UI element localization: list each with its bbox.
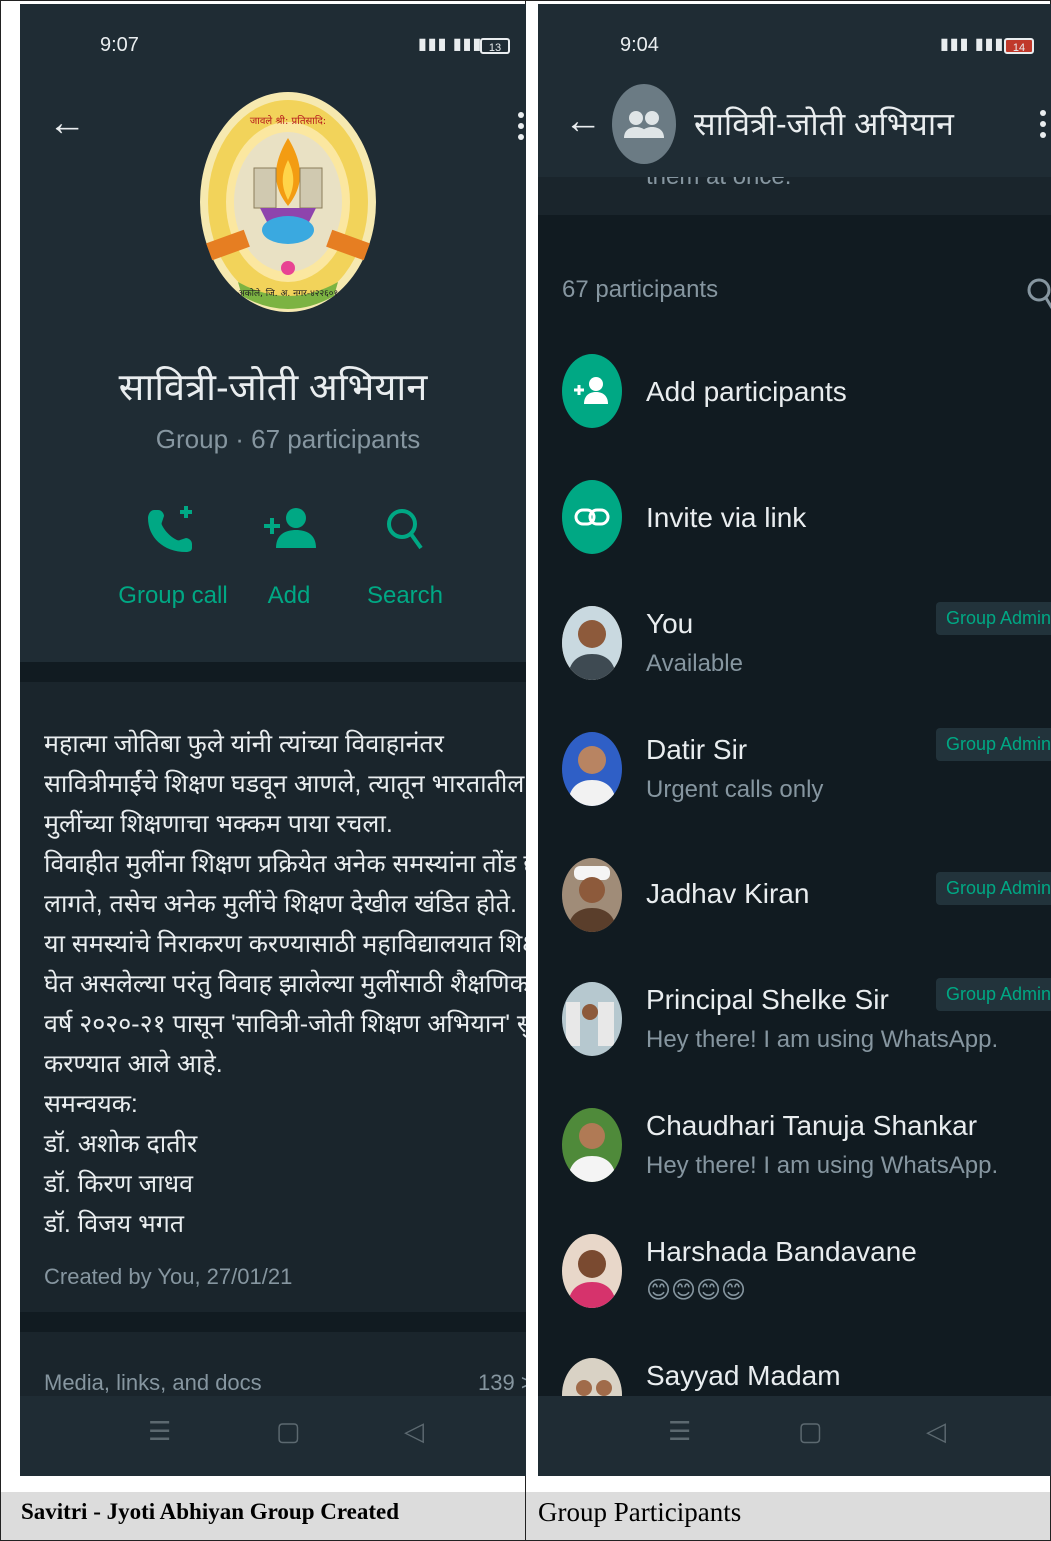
participant-name: Chaudhari Tanuja Shankar — [646, 1110, 978, 1141]
participant-row[interactable]: Datir Sir Urgent calls only Group Admin — [538, 722, 1051, 842]
group-avatar[interactable] — [612, 84, 676, 164]
search-icon[interactable] — [1026, 276, 1051, 310]
add-participants-icon — [562, 354, 622, 428]
description-line: विवाहीत मुलींना शिक्षण प्रक्रियेत अनेक स… — [44, 850, 526, 878]
menu-nav-icon[interactable]: ☰ — [668, 1416, 691, 1447]
app-bar: ← सावित्री-जोती अभियान — [538, 72, 1051, 177]
group-people-icon — [624, 111, 664, 138]
group-logo-image[interactable]: अकोले, जि. अ. नगर-४२२६०१ जावले श्री: प्र… — [198, 90, 378, 314]
avatar — [562, 732, 622, 806]
group-participants-screen: 9:04 ▮▮▮ ▮▮▮ 14 ← सावित्री-जोती अभियान t… — [538, 4, 1051, 1476]
group-admin-badge: Group Admin — [936, 602, 1051, 635]
description-line: घेत असलेल्या परंतु विवाह झालेल्या मुलींस… — [44, 970, 526, 998]
description-line: लागते, तसेच अनेक मुलींचे शिक्षण देखील खं… — [44, 890, 517, 918]
logo-text-top: जावले श्री: प्रतिसादि: — [250, 115, 326, 127]
participant-name: Sayyad Madam — [646, 1360, 841, 1391]
more-options-icon[interactable] — [1040, 110, 1046, 143]
right-caption: Group Participants — [526, 1492, 1050, 1540]
more-options-icon[interactable] — [518, 112, 524, 145]
group-description[interactable]: महात्मा जोतिबा फुले यांनी त्यांच्या विवा… — [20, 682, 526, 1312]
participant-row[interactable]: Chaudhari Tanuja Shankar Hey there! I am… — [538, 1098, 1051, 1218]
description-line: मुलींच्या शिक्षणाचा भक्कम पाया रचला. — [44, 810, 393, 838]
add-participants-label: Add participants — [646, 376, 847, 407]
menu-nav-icon[interactable]: ☰ — [148, 1416, 171, 1447]
participant-name: Harshada Bandavane — [646, 1236, 917, 1267]
avatar — [562, 982, 622, 1056]
participant-name: Principal Shelke Sir — [646, 984, 889, 1015]
avatar — [562, 1234, 622, 1308]
home-nav-icon[interactable]: ▢ — [798, 1416, 823, 1447]
group-admin-badge: Group Admin — [936, 728, 1051, 761]
participant-status: Hey there! I am using WhatsApp. — [646, 1152, 999, 1179]
status-bar: 9:07 ▮▮▮ ▮▮▮ 13 — [20, 4, 526, 72]
media-label: Media, links, and docs — [44, 1370, 262, 1395]
search-label: Search — [366, 582, 444, 609]
signal-icon: ▮▮▮ ▮▮▮ — [418, 36, 483, 53]
participant-status: Urgent calls only — [646, 776, 824, 803]
system-nav-bar: ☰ ▢ ◁ — [20, 1396, 526, 1476]
avatar — [562, 858, 622, 932]
description-line: डॉ. किरण जाधव — [44, 1170, 193, 1198]
description-line: करण्यात आले आहे. — [44, 1050, 223, 1078]
group-meta: Group · 67 participants — [155, 424, 421, 454]
participant-row[interactable]: Jadhav Kiran Group Admin — [538, 848, 1051, 968]
left-caption: Savitri - Jyoti Abhiyan Group Created — [1, 1492, 525, 1540]
add-label: Add — [267, 582, 311, 609]
participant-row[interactable]: Principal Shelke Sir Hey there! I am usi… — [538, 972, 1051, 1092]
created-by-text: Created by You, 27/01/21 — [44, 1264, 293, 1289]
search-icon — [387, 509, 423, 550]
participant-name: Jadhav Kiran — [646, 878, 810, 909]
group-call-icon — [148, 506, 192, 552]
group-admin-badge: Group Admin — [936, 872, 1051, 905]
add-button[interactable]: Add — [234, 502, 344, 622]
participants-count: 67 participants — [562, 276, 719, 303]
participant-name: Datir Sir — [646, 734, 748, 765]
logo-text-bottom: अकोले, जि. अ. नगर-४२२६०१ — [238, 287, 338, 299]
description-line: महात्मा जोतिबा फुले यांनी त्यांच्या विवा… — [44, 730, 444, 758]
back-arrow-icon[interactable]: ← — [48, 104, 86, 142]
back-nav-icon[interactable]: ◁ — [404, 1416, 424, 1447]
back-nav-icon[interactable]: ◁ — [926, 1416, 946, 1447]
scrolled-section: them at once. — [538, 177, 1051, 215]
group-call-label: Group call — [118, 582, 228, 609]
participant-status-emoji: 😊😊😊😊 — [646, 1276, 747, 1304]
battery-icon: 14 — [1004, 38, 1034, 54]
participant-status: Available — [646, 650, 743, 677]
media-count: 139 > — [478, 1370, 526, 1395]
status-bar: 9:04 ▮▮▮ ▮▮▮ 14 — [538, 4, 1051, 72]
group-info-screen: 9:07 ▮▮▮ ▮▮▮ 13 ← अकोले, जि. अ. नगर-४२२६… — [20, 4, 526, 1476]
cut-off-text: them at once. — [646, 177, 791, 191]
battery-icon: 13 — [480, 38, 510, 54]
link-icon — [562, 480, 622, 554]
group-admin-badge: Group Admin — [936, 978, 1051, 1011]
invite-link-row[interactable]: Invite via link — [538, 470, 1051, 590]
description-line: डॉ. अशोक दातीर — [44, 1130, 198, 1158]
description-line: सावित्रीमाईंचे शिक्षण घडवून आणले, त्यातू… — [44, 770, 525, 798]
back-arrow-icon[interactable]: ← — [564, 102, 602, 140]
invite-link-label: Invite via link — [646, 502, 807, 533]
avatar — [562, 1108, 622, 1182]
participant-row[interactable]: You Available Group Admin — [538, 596, 1051, 716]
avatar — [562, 606, 622, 680]
media-links-docs-row[interactable]: Media, links, and docs 139 > — [20, 1332, 526, 1402]
add-participants-row[interactable]: Add participants — [538, 344, 1051, 464]
group-name: सावित्री-जोती अभियान — [118, 367, 428, 409]
description-line: वर्ष २०२०-२१ पासून 'सावित्री-जोती शिक्षण… — [44, 1010, 526, 1038]
participant-row[interactable]: Harshada Bandavane 😊😊😊😊 — [538, 1224, 1051, 1344]
status-time: 9:04 — [620, 34, 659, 56]
participant-status: Hey there! I am using WhatsApp. — [646, 1026, 999, 1053]
description-line: समन्वयक: — [44, 1090, 138, 1118]
group-name[interactable]: सावित्री-जोती अभियान — [694, 102, 954, 145]
signal-icon: ▮▮▮ ▮▮▮ — [940, 36, 1005, 53]
status-time: 9:07 — [100, 34, 139, 56]
participant-name: You — [646, 608, 694, 639]
search-button[interactable]: Search — [350, 502, 460, 622]
add-person-icon — [264, 508, 316, 548]
group-call-button[interactable]: Group call — [118, 502, 228, 622]
home-nav-icon[interactable]: ▢ — [276, 1416, 301, 1447]
description-line: डॉ. विजय भगत — [44, 1210, 185, 1238]
description-line: या समस्यांचे निराकरण करण्यासाठी महाविद्य… — [44, 930, 526, 958]
system-nav-bar: ☰ ▢ ◁ — [538, 1396, 1051, 1476]
